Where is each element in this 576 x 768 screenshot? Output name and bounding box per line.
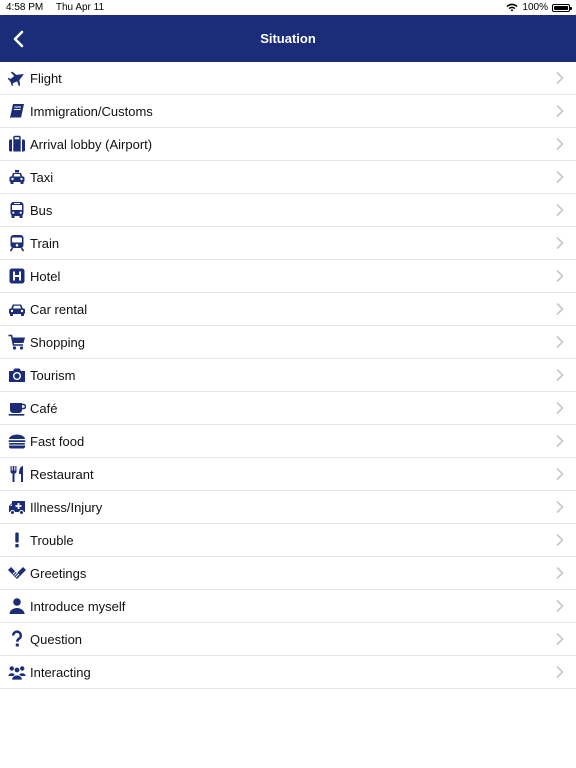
chevron-right-icon (556, 204, 564, 216)
status-right: 100% (506, 0, 572, 15)
list-item-trouble[interactable]: Trouble (0, 524, 576, 557)
list-item-label: Illness/Injury (30, 499, 103, 515)
list-item-label: Café (30, 400, 58, 416)
train-icon (8, 234, 26, 252)
chevron-right-icon (556, 435, 564, 447)
chevron-right-icon (556, 171, 564, 183)
list-item-train[interactable]: Train (0, 227, 576, 260)
list-item-shopping[interactable]: Shopping (0, 326, 576, 359)
situation-list: Flight Immigration/Customs Arrival lobby (… (0, 62, 576, 689)
question-icon (8, 630, 26, 648)
list-item-bus[interactable]: Bus (0, 194, 576, 227)
wifi-icon (506, 3, 518, 12)
book-icon (8, 102, 26, 120)
list-item-label: Fast food (30, 433, 85, 449)
ambulance-icon (8, 498, 26, 516)
list-item-caf[interactable]: Café (0, 392, 576, 425)
chevron-right-icon (556, 666, 564, 678)
handshake-icon (8, 564, 26, 582)
list-item-flight[interactable]: Flight (0, 62, 576, 95)
page-title: Situation (260, 31, 316, 46)
coffee-cup-icon (8, 399, 26, 417)
chevron-right-icon (556, 501, 564, 513)
list-item-label: Immigration/Customs (30, 103, 153, 119)
airplane-icon (8, 69, 26, 87)
list-item-introduce-myself[interactable]: Introduce myself (0, 590, 576, 623)
list-item-label: Greetings (30, 565, 87, 581)
status-bar: 4:58 PM Thu Apr 11 100% (0, 0, 576, 15)
chevron-right-icon (556, 270, 564, 282)
bus-icon (8, 201, 26, 219)
list-item-label: Introduce myself (30, 598, 126, 614)
taxi-icon (8, 168, 26, 186)
chevron-right-icon (556, 138, 564, 150)
battery-icon (552, 3, 572, 12)
user-icon (8, 597, 26, 615)
battery-percent: 100% (522, 2, 548, 13)
chevron-right-icon (556, 72, 564, 84)
list-item-label: Train (30, 235, 60, 251)
chevron-right-icon (556, 369, 564, 381)
chevron-right-icon (556, 336, 564, 348)
chevron-right-icon (556, 468, 564, 480)
cart-icon (8, 333, 26, 351)
car-icon (8, 300, 26, 318)
chevron-right-icon (556, 303, 564, 315)
list-item-hotel[interactable]: Hotel (0, 260, 576, 293)
hotel-icon (8, 267, 26, 285)
list-item-label: Restaurant (30, 466, 94, 482)
nav-bar: Situation (0, 15, 576, 62)
list-item-label: Question (30, 631, 83, 647)
list-item-label: Flight (30, 70, 62, 86)
group-icon (8, 663, 26, 681)
chevron-right-icon (556, 402, 564, 414)
list-item-illness-injury[interactable]: Illness/Injury (0, 491, 576, 524)
chevron-right-icon (556, 105, 564, 117)
fork-knife-icon (8, 465, 26, 483)
chevron-right-icon (556, 567, 564, 579)
list-item-label: Tourism (30, 367, 76, 383)
list-item-interacting[interactable]: Interacting (0, 656, 576, 689)
chevron-right-icon (556, 237, 564, 249)
status-left: 4:58 PM Thu Apr 11 (6, 0, 114, 15)
suitcase-icon (8, 135, 26, 153)
list-item-tourism[interactable]: Tourism (0, 359, 576, 392)
list-item-label: Trouble (30, 532, 74, 548)
list-item-label: Interacting (30, 664, 91, 680)
chevron-right-icon (556, 534, 564, 546)
chevron-right-icon (556, 600, 564, 612)
list-item-greetings[interactable]: Greetings (0, 557, 576, 590)
list-item-label: Taxi (30, 169, 54, 185)
exclamation-icon (8, 531, 26, 549)
list-item-label: Arrival lobby (Airport) (30, 136, 153, 152)
burger-icon (8, 432, 26, 450)
camera-icon (8, 366, 26, 384)
list-item-label: Shopping (30, 334, 85, 350)
list-item-arrival-lobby-airport[interactable]: Arrival lobby (Airport) (0, 128, 576, 161)
list-item-label: Hotel (30, 268, 61, 284)
list-item-question[interactable]: Question (0, 623, 576, 656)
list-item-label: Bus (30, 202, 53, 218)
list-item-fast-food[interactable]: Fast food (0, 425, 576, 458)
list-item-label: Car rental (30, 301, 88, 317)
list-item-car-rental[interactable]: Car rental (0, 293, 576, 326)
chevron-right-icon (556, 633, 564, 645)
status-date: Thu Apr 11 (55, 2, 105, 13)
status-time: 4:58 PM (6, 2, 44, 13)
list-item-immigration-customs[interactable]: Immigration/Customs (0, 95, 576, 128)
list-item-restaurant[interactable]: Restaurant (0, 458, 576, 491)
list-item-taxi[interactable]: Taxi (0, 161, 576, 194)
